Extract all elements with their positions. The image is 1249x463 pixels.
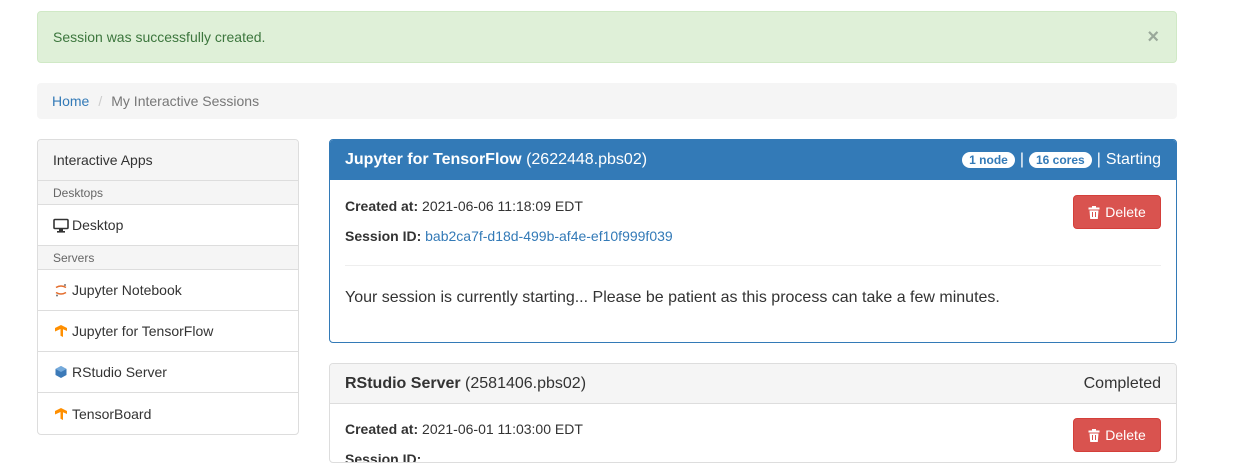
trash-icon [1088,205,1100,219]
breadcrumb-home-link[interactable]: Home [52,93,89,109]
sidebar-item-label: RStudio Server [72,364,167,380]
sidebar-item-jupyter-tensorflow[interactable]: Jupyter for TensorFlow [38,311,298,352]
session-title: Jupyter for TensorFlow (2622448.pbs02) [345,151,647,169]
cores-badge: 16 cores [1029,152,1092,168]
sidebar-item-desktop[interactable]: Desktop [38,205,298,246]
breadcrumb-separator: / [98,93,103,109]
session-card-body: Created at: 2021-06-01 11:03:00 EDT Sess… [330,404,1176,462]
created-at-row: Created at: 2021-06-06 11:18:09 EDT [345,198,583,214]
sidebar-item-label: Jupyter for TensorFlow [72,323,214,339]
tensorflow-icon [53,323,69,339]
session-status-message: Your session is currently starting... Pl… [345,289,1000,306]
session-title: RStudio Server (2581406.pbs02) [345,375,586,393]
sidebar-section-desktops: Desktops [38,181,298,205]
breadcrumb: Home / My Interactive Sessions [37,83,1177,119]
created-at-label: Created at: [345,421,419,437]
nodes-badge: 1 node [962,152,1015,168]
jupyter-icon [53,282,69,298]
delete-button[interactable]: Delete [1073,195,1161,229]
session-job-id: (2581406.pbs02) [465,374,587,392]
created-at-label: Created at: [345,198,419,214]
breadcrumb-current: My Interactive Sessions [111,93,260,109]
sidebar-section-servers: Servers [38,246,298,270]
session-job-id: (2622448.pbs02) [526,151,648,168]
rstudio-icon [53,364,69,380]
sidebar-item-rstudio-server[interactable]: RStudio Server [38,352,298,393]
created-at-value: 2021-06-01 11:03:00 EDT [422,421,583,437]
session-status-group: 1 node | 16 cores | Starting [962,151,1161,169]
delete-label: Delete [1105,427,1146,443]
sidebar-item-label: TensorBoard [72,405,152,422]
created-at-row: Created at: 2021-06-01 11:03:00 EDT [345,421,583,437]
sidebar-item-label: Desktop [72,217,124,233]
session-status: Starting [1105,151,1161,168]
session-card: Jupyter for TensorFlow (2622448.pbs02) 1… [329,139,1177,343]
close-icon[interactable]: × [1147,26,1161,49]
tensorflow-icon [53,406,69,422]
sidebar-item-tensorboard[interactable]: TensorBoard [38,393,298,434]
session-id-link[interactable]: bab2ca7f-d18d-499b-af4e-ef10f999f039 [425,228,673,244]
session-app-name: RStudio Server [345,374,461,392]
delete-button[interactable]: Delete [1073,418,1161,452]
session-card: RStudio Server (2581406.pbs02) Completed… [329,363,1177,463]
session-card-body: Created at: 2021-06-06 11:18:09 EDT Sess… [330,180,1176,342]
session-status: Completed [1083,374,1161,392]
monitor-icon [53,217,69,233]
alert-message: Session was successfully created. [53,29,266,45]
separator: | [1019,151,1024,168]
trash-icon [1088,428,1100,442]
session-id-row: Session ID: bab2ca7f-d18d-499b-af4e-ef10… [345,228,673,244]
session-id-label: Session ID: [345,228,422,244]
success-alert: Session was successfully created. × [37,11,1177,63]
sidebar-title: Interactive Apps [38,140,298,181]
delete-label: Delete [1105,204,1146,220]
session-card-header: Jupyter for TensorFlow (2622448.pbs02) 1… [330,140,1176,180]
divider [345,265,1161,266]
interactive-apps-sidebar: Interactive Apps Desktops Desktop Server… [37,139,299,435]
created-at-value: 2021-06-06 11:18:09 EDT [422,198,583,214]
sidebar-item-jupyter-notebook[interactable]: Jupyter Notebook [38,270,298,311]
session-card-header: RStudio Server (2581406.pbs02) Completed [330,364,1176,404]
sidebar-item-label: Jupyter Notebook [72,282,182,298]
separator: | [1096,151,1101,168]
session-app-name: Jupyter for TensorFlow [345,151,522,168]
